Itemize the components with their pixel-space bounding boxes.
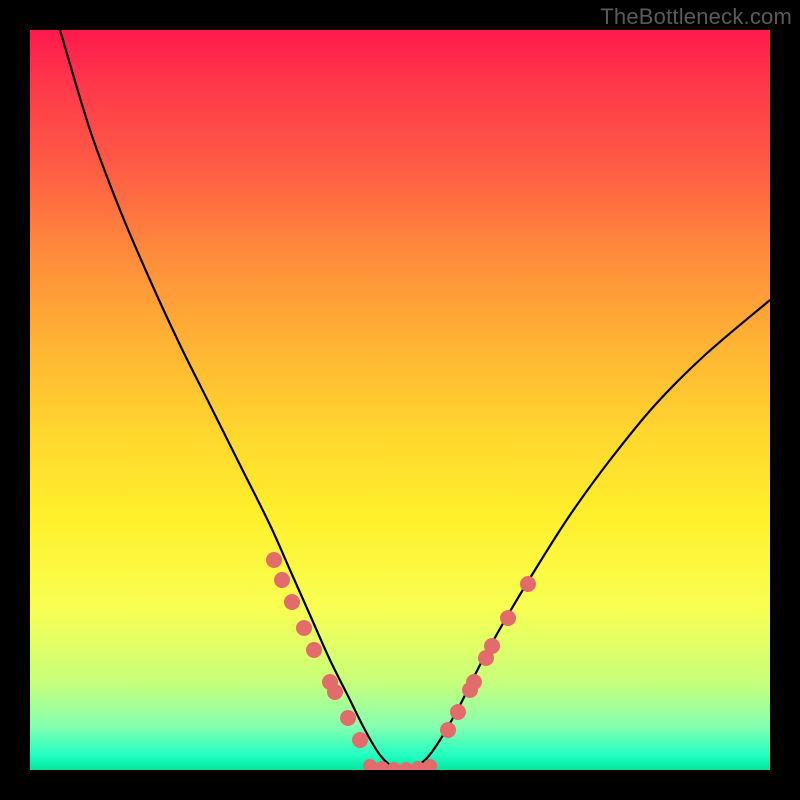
curve-marker — [450, 704, 466, 720]
curve-marker — [296, 620, 312, 636]
curve-marker — [500, 610, 516, 626]
curve-marker — [340, 710, 356, 726]
marker-group-left — [266, 552, 368, 748]
curve-marker — [466, 674, 482, 690]
bottleneck-curve-plot — [30, 30, 770, 770]
curve-marker — [520, 576, 536, 592]
curve-marker — [399, 762, 413, 770]
curve-marker — [274, 572, 290, 588]
watermark-text: TheBottleneck.com — [600, 4, 792, 30]
curve-marker — [352, 732, 368, 748]
bottleneck-curve — [60, 30, 770, 769]
curve-marker — [327, 684, 343, 700]
curve-marker — [440, 722, 456, 738]
curve-marker — [484, 638, 500, 654]
curve-marker — [306, 642, 322, 658]
curve-marker — [284, 594, 300, 610]
chart-frame — [30, 30, 770, 770]
marker-group-valley — [363, 759, 437, 770]
marker-group-right — [440, 576, 536, 738]
curve-marker — [266, 552, 282, 568]
curve-marker — [363, 759, 377, 770]
